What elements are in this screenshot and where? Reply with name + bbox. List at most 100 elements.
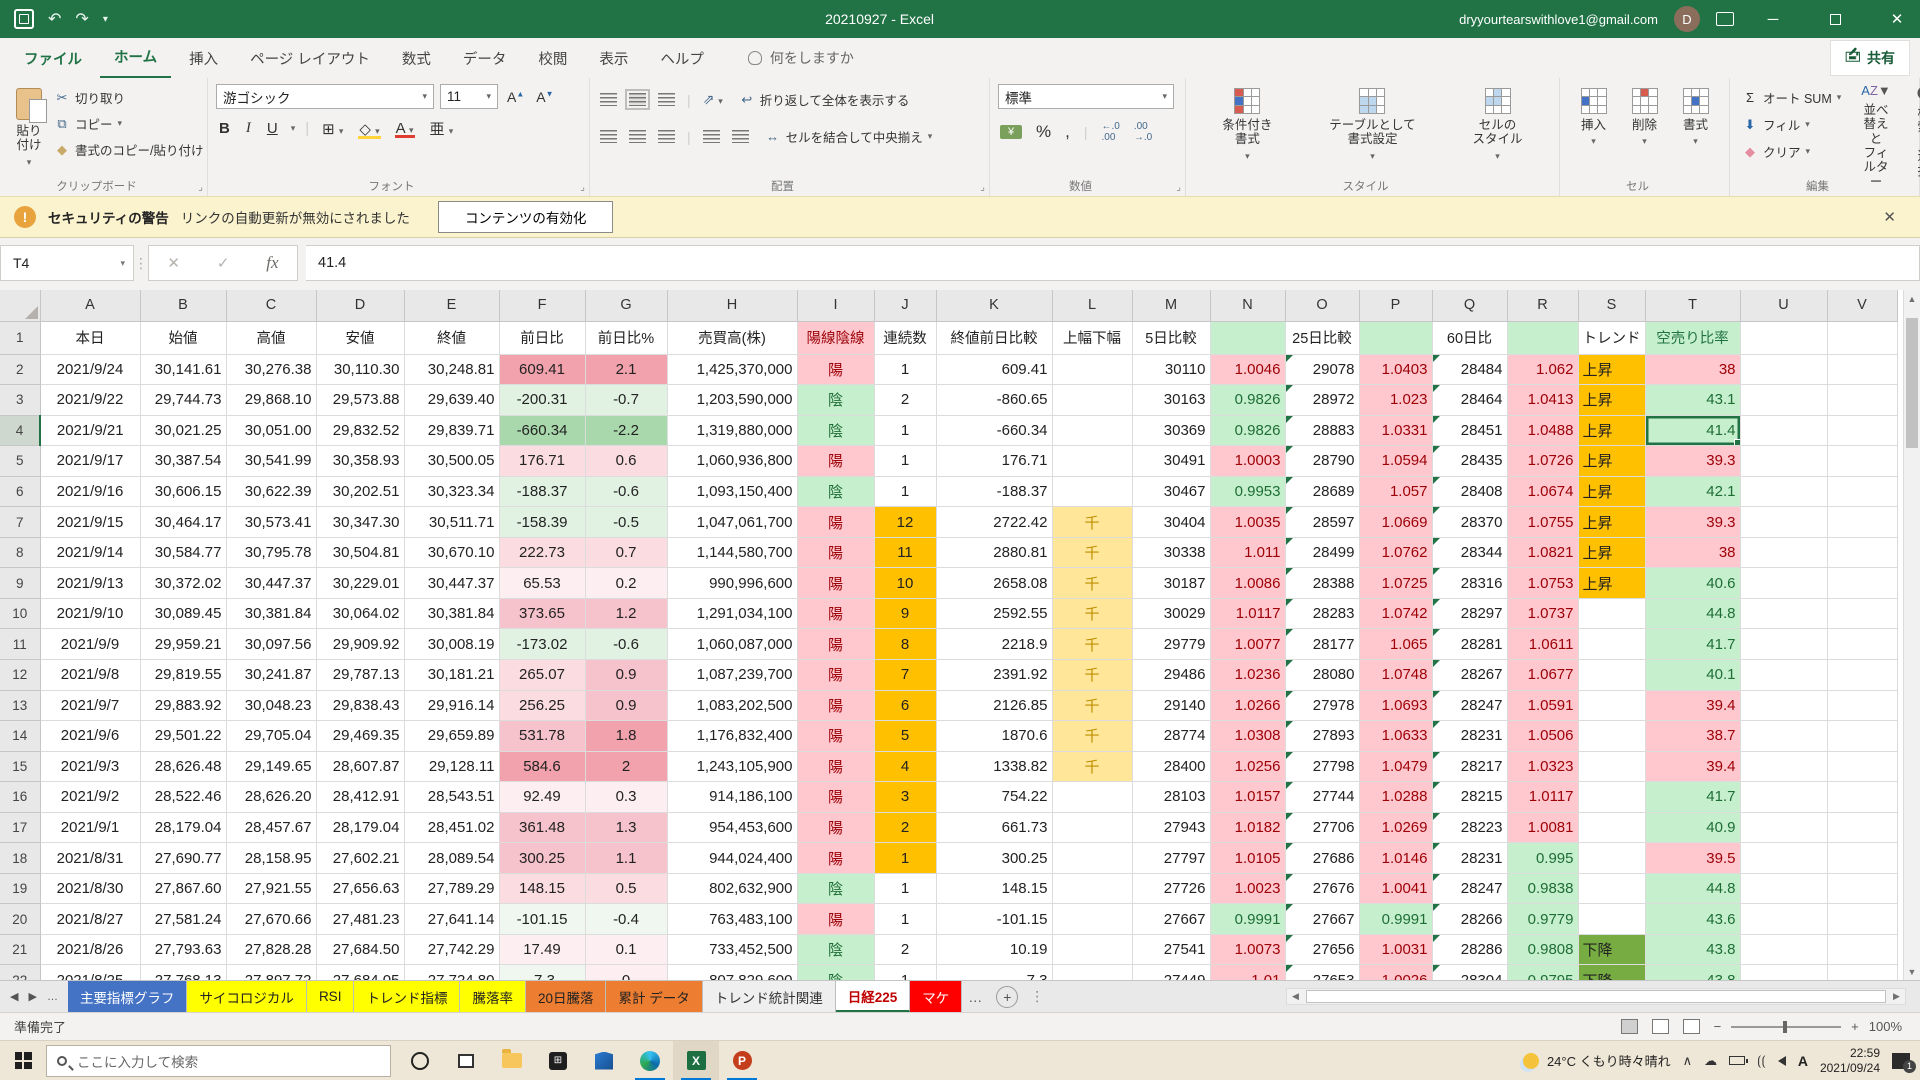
cell-F19[interactable]: 148.15: [499, 873, 585, 904]
cell-H12[interactable]: 1,087,239,700: [667, 659, 797, 690]
cell-R2[interactable]: 1.062: [1507, 354, 1578, 385]
share-button[interactable]: 🖆 共有: [1830, 40, 1910, 76]
field-header[interactable]: 本日: [40, 321, 140, 354]
cell-K13[interactable]: 2126.85: [936, 690, 1052, 721]
bold-button[interactable]: B: [216, 119, 233, 138]
cell-M22[interactable]: 27449: [1132, 965, 1210, 980]
battery-icon[interactable]: [1729, 1056, 1745, 1065]
sheet-tab-マケ[interactable]: マケ: [910, 981, 962, 1012]
vertical-scrollbar[interactable]: ▲ ▼: [1903, 290, 1920, 980]
cell-H10[interactable]: 1,291,034,100: [667, 598, 797, 629]
cell-S15[interactable]: [1578, 751, 1645, 782]
cell-C19[interactable]: 27,921.55: [226, 873, 316, 904]
cell-G18[interactable]: 1.1: [585, 843, 667, 874]
cell-R20[interactable]: 0.9779: [1507, 904, 1578, 935]
cell-N17[interactable]: 1.0182: [1210, 812, 1285, 843]
cell-T16[interactable]: 41.7: [1645, 782, 1740, 813]
cell-V4[interactable]: [1827, 415, 1897, 446]
cell-U17[interactable]: [1740, 812, 1827, 843]
currency-format-icon[interactable]: ¥: [1000, 125, 1022, 139]
cell-P11[interactable]: 1.065: [1359, 629, 1432, 660]
cell-N22[interactable]: 1.01: [1210, 965, 1285, 980]
cell-Q2[interactable]: 28484: [1432, 354, 1507, 385]
row-header-13[interactable]: 13: [0, 690, 40, 721]
align-right-icon[interactable]: [658, 130, 675, 143]
cell-F11[interactable]: -173.02: [499, 629, 585, 660]
underline-button[interactable]: U: [264, 119, 281, 138]
cell-K21[interactable]: 10.19: [936, 934, 1052, 965]
cell-O15[interactable]: 27798: [1285, 751, 1359, 782]
cell-M17[interactable]: 27943: [1132, 812, 1210, 843]
cell-D8[interactable]: 30,504.81: [316, 537, 404, 568]
decrease-font-icon[interactable]: A▼: [533, 88, 556, 106]
cell-L20[interactable]: [1052, 904, 1132, 935]
cell-K11[interactable]: 2218.9: [936, 629, 1052, 660]
cell-K10[interactable]: 2592.55: [936, 598, 1052, 629]
cell-G17[interactable]: 1.3: [585, 812, 667, 843]
cell-I3[interactable]: 陰: [797, 385, 874, 416]
cell-N19[interactable]: 1.0023: [1210, 873, 1285, 904]
cell-V21[interactable]: [1827, 934, 1897, 965]
row-header-18[interactable]: 18: [0, 843, 40, 874]
number-dialog-launcher-icon[interactable]: ⌟: [1176, 182, 1181, 193]
cell-U19[interactable]: [1740, 873, 1827, 904]
cell-E2[interactable]: 30,248.81: [404, 354, 499, 385]
cell-L6[interactable]: [1052, 476, 1132, 507]
file-explorer-button[interactable]: [489, 1041, 535, 1080]
cell-A3[interactable]: 2021/9/22: [40, 385, 140, 416]
cell-F13[interactable]: 256.25: [499, 690, 585, 721]
cell-P4[interactable]: 1.0331: [1359, 415, 1432, 446]
cell-F14[interactable]: 531.78: [499, 721, 585, 752]
cell-D10[interactable]: 30,064.02: [316, 598, 404, 629]
cell-H13[interactable]: 1,083,202,500: [667, 690, 797, 721]
fill-button[interactable]: ⬇フィル ▾: [1738, 113, 1845, 136]
cell-U5[interactable]: [1740, 446, 1827, 477]
taskbar-clock[interactable]: 22:59 2021/09/24: [1820, 1046, 1880, 1076]
comma-format-icon[interactable]: ,: [1065, 122, 1070, 142]
cell-E12[interactable]: 30,181.21: [404, 659, 499, 690]
cell-C15[interactable]: 29,149.65: [226, 751, 316, 782]
sheet-tab-トレンド指標[interactable]: トレンド指標: [354, 981, 460, 1012]
cell-A12[interactable]: 2021/9/8: [40, 659, 140, 690]
tab-formulas[interactable]: 数式: [388, 39, 445, 78]
cell-G2[interactable]: 2.1: [585, 354, 667, 385]
cell-H4[interactable]: 1,319,880,000: [667, 415, 797, 446]
row-header-1[interactable]: 1: [0, 321, 40, 354]
row-header-14[interactable]: 14: [0, 721, 40, 752]
cell-Q14[interactable]: 28231: [1432, 721, 1507, 752]
cell-Q15[interactable]: 28217: [1432, 751, 1507, 782]
cell-P2[interactable]: 1.0403: [1359, 354, 1432, 385]
cancel-entry-icon[interactable]: ✕: [167, 254, 180, 272]
cell-D5[interactable]: 30,358.93: [316, 446, 404, 477]
cell-R18[interactable]: 0.995: [1507, 843, 1578, 874]
cell-N6[interactable]: 0.9953: [1210, 476, 1285, 507]
cell-J20[interactable]: 1: [874, 904, 936, 935]
formula-input[interactable]: 41.4: [306, 245, 1920, 281]
cell-F6[interactable]: -188.37: [499, 476, 585, 507]
cell-F8[interactable]: 222.73: [499, 537, 585, 568]
cell-F20[interactable]: -101.15: [499, 904, 585, 935]
tab-file[interactable]: ファイル: [10, 39, 96, 78]
cell-R13[interactable]: 1.0591: [1507, 690, 1578, 721]
cell-Q19[interactable]: 28247: [1432, 873, 1507, 904]
cell-C14[interactable]: 29,705.04: [226, 721, 316, 752]
task-view-button[interactable]: [443, 1041, 489, 1080]
cell-R17[interactable]: 1.0081: [1507, 812, 1578, 843]
cell-Q8[interactable]: 28344: [1432, 537, 1507, 568]
cell-R12[interactable]: 1.0677: [1507, 659, 1578, 690]
cell-J5[interactable]: 1: [874, 446, 936, 477]
column-header-N[interactable]: N: [1210, 290, 1285, 321]
cell-M7[interactable]: 30404: [1132, 507, 1210, 538]
security-bar-close-icon[interactable]: ✕: [1883, 208, 1906, 226]
cell-L16[interactable]: [1052, 782, 1132, 813]
cell-M18[interactable]: 27797: [1132, 843, 1210, 874]
cell-O4[interactable]: 28883: [1285, 415, 1359, 446]
cell-C21[interactable]: 27,828.28: [226, 934, 316, 965]
cell-G15[interactable]: 2: [585, 751, 667, 782]
cell-I13[interactable]: 陽: [797, 690, 874, 721]
font-name-combo[interactable]: 游ゴシック▾: [216, 84, 434, 109]
cell-I21[interactable]: 陰: [797, 934, 874, 965]
redo-icon[interactable]: ↷: [75, 9, 88, 29]
cell-B20[interactable]: 27,581.24: [140, 904, 226, 935]
cell-V18[interactable]: [1827, 843, 1897, 874]
